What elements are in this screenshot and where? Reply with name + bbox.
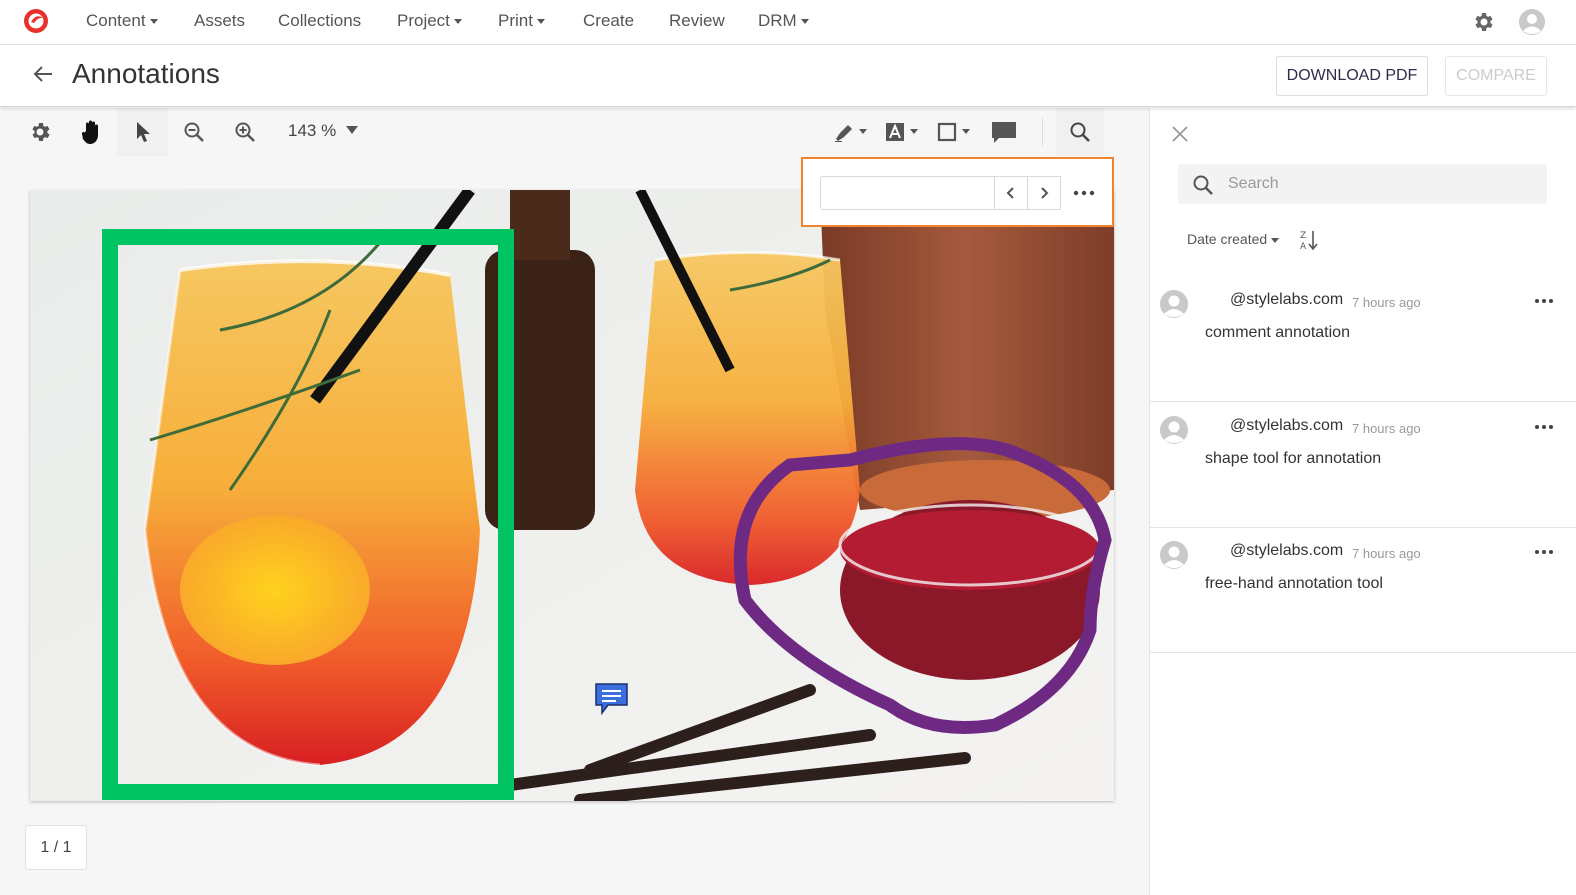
find-previous-button[interactable] bbox=[994, 176, 1028, 210]
viewer-toolbar: 143 % bbox=[0, 108, 1149, 156]
nav-print[interactable]: Print bbox=[498, 11, 545, 31]
zoom-in-icon bbox=[235, 122, 255, 142]
user-avatar-icon[interactable] bbox=[1518, 8, 1546, 36]
zoom-dropdown-caret-icon[interactable] bbox=[345, 125, 359, 135]
nav-create[interactable]: Create bbox=[583, 11, 634, 31]
toolbar-divider bbox=[1042, 118, 1043, 146]
nav-review[interactable]: Review bbox=[669, 11, 725, 31]
nav-collections[interactable]: Collections bbox=[278, 11, 361, 31]
app-logo-icon[interactable] bbox=[22, 7, 50, 35]
sort-dropdown[interactable]: Date created bbox=[1187, 231, 1280, 247]
nav-drm[interactable]: DRM bbox=[758, 11, 809, 31]
comment-bubble-icon bbox=[992, 122, 1016, 143]
comment-timestamp: 7 hours ago bbox=[1352, 421, 1421, 436]
more-options-icon[interactable] bbox=[1533, 296, 1555, 306]
user-avatar-icon bbox=[1160, 541, 1188, 569]
hand-icon bbox=[81, 120, 98, 144]
highlight-tool-button[interactable] bbox=[830, 108, 874, 156]
zoom-out-button[interactable] bbox=[176, 108, 212, 156]
find-button[interactable] bbox=[1056, 108, 1104, 156]
shape-tool-button[interactable] bbox=[934, 108, 976, 156]
annotation-search-input[interactable] bbox=[1228, 164, 1528, 204]
comment-text: shape tool for annotation bbox=[1205, 450, 1382, 467]
zoom-out-icon bbox=[184, 122, 204, 142]
annotation-comment[interactable]: @stylelabs.com 7 hours ago free-hand ann… bbox=[1150, 527, 1576, 653]
find-input[interactable] bbox=[820, 176, 996, 210]
chevron-down-icon bbox=[1271, 237, 1280, 243]
rectangle-shape-icon bbox=[937, 122, 970, 142]
annotated-image[interactable] bbox=[30, 190, 1114, 801]
annotation-search bbox=[1178, 164, 1547, 204]
zoom-in-button[interactable] bbox=[227, 108, 263, 156]
back-arrow-icon[interactable] bbox=[32, 63, 54, 85]
annotation-comment[interactable]: @stylelabs.com 7 hours ago shape tool fo… bbox=[1150, 402, 1576, 528]
chevron-left-icon bbox=[1006, 187, 1014, 199]
settings-gear-icon[interactable] bbox=[1471, 10, 1495, 34]
user-avatar-icon bbox=[1160, 416, 1188, 444]
comment-author: @stylelabs.com bbox=[1230, 542, 1344, 559]
comment-text: comment annotation bbox=[1205, 324, 1350, 341]
find-next-button[interactable] bbox=[1027, 176, 1061, 210]
cocktail-photo bbox=[30, 190, 1114, 801]
comment-author: @stylelabs.com bbox=[1230, 291, 1344, 308]
comment-timestamp: 7 hours ago bbox=[1352, 295, 1421, 310]
gear-icon bbox=[32, 123, 50, 141]
search-icon bbox=[1193, 175, 1213, 195]
annotations-panel: Date created Z A @stylelabs.com 7 hours … bbox=[1149, 108, 1576, 895]
close-icon[interactable] bbox=[1171, 125, 1189, 143]
pan-tool-button[interactable] bbox=[70, 108, 114, 156]
text-box-icon bbox=[886, 123, 918, 141]
zoom-level[interactable]: 143 % bbox=[288, 121, 336, 141]
search-icon bbox=[1070, 122, 1090, 142]
find-in-document-panel bbox=[801, 157, 1114, 227]
chevron-down-icon bbox=[536, 19, 545, 25]
chevron-right-icon bbox=[1041, 187, 1049, 199]
nav-project[interactable]: Project bbox=[397, 11, 462, 31]
user-avatar-icon bbox=[1160, 290, 1188, 318]
chevron-down-icon bbox=[800, 19, 809, 25]
marker-pen-icon bbox=[835, 125, 867, 142]
more-options-icon[interactable] bbox=[1071, 183, 1097, 203]
chevron-down-icon bbox=[149, 19, 158, 25]
text-tool-button[interactable] bbox=[882, 108, 924, 156]
comment-timestamp: 7 hours ago bbox=[1352, 546, 1421, 561]
cursor-arrow-icon bbox=[136, 122, 150, 142]
download-pdf-button[interactable]: DOWNLOAD PDF bbox=[1276, 56, 1428, 96]
page-indicator: 1 / 1 bbox=[25, 825, 87, 870]
top-navigation: Content Assets Collections Project Print… bbox=[0, 0, 1576, 45]
nav-assets[interactable]: Assets bbox=[194, 11, 245, 31]
annotation-comment[interactable]: @stylelabs.com 7 hours ago comment annot… bbox=[1150, 276, 1576, 402]
more-options-icon[interactable] bbox=[1533, 547, 1555, 557]
viewer-settings-button[interactable] bbox=[20, 108, 60, 156]
comment-text: free-hand annotation tool bbox=[1205, 575, 1383, 592]
page-title: Annotations bbox=[72, 58, 220, 89]
chevron-down-icon bbox=[453, 19, 462, 25]
compare-button[interactable]: COMPARE bbox=[1445, 56, 1547, 96]
select-tool-button[interactable] bbox=[117, 108, 168, 156]
svg-text:A: A bbox=[1300, 242, 1307, 251]
comment-author: @stylelabs.com bbox=[1230, 417, 1344, 434]
more-options-icon[interactable] bbox=[1533, 422, 1555, 432]
svg-text:Z: Z bbox=[1300, 231, 1306, 241]
page-header: Annotations DOWNLOAD PDF COMPARE bbox=[0, 45, 1576, 107]
comment-tool-button[interactable] bbox=[986, 108, 1022, 156]
sort-order-icon[interactable]: Z A bbox=[1299, 229, 1319, 251]
nav-content[interactable]: Content bbox=[86, 11, 158, 31]
